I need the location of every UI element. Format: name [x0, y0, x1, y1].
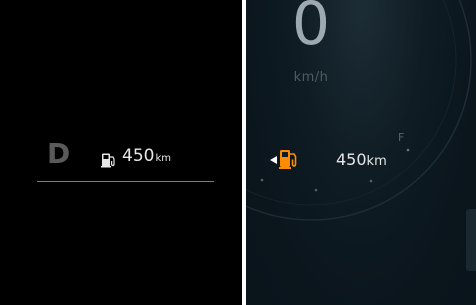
gauge-tick: [314, 188, 318, 192]
instrument-cluster-comparison: D 450km 0 km/h F 450km: [0, 0, 476, 305]
range-readout: 450km: [122, 148, 171, 165]
range-unit: km: [155, 153, 171, 164]
range-value: 450: [336, 150, 367, 169]
fuel-pump-icon: [101, 153, 115, 168]
gauge-tick: [260, 178, 264, 182]
cluster-panel-minimal: D 450km: [0, 0, 242, 305]
gear-indicator: D: [47, 137, 71, 170]
fuel-pump-icon: [279, 150, 297, 169]
warning-arrow-icon: [270, 156, 277, 164]
cluster-panel-gauge: 0 km/h F 450km: [246, 0, 476, 305]
fuel-full-label: F: [398, 131, 405, 144]
range-readout: 450km: [336, 150, 387, 169]
gauge-tick: [406, 148, 410, 152]
speed-unit: km/h: [293, 70, 329, 85]
edge-panel: [466, 209, 476, 271]
speed-value: 0: [291, 0, 331, 59]
range-value: 450: [122, 146, 155, 166]
gauge-tick: [369, 179, 373, 183]
divider-line: [37, 181, 214, 182]
range-unit: km: [366, 154, 387, 169]
